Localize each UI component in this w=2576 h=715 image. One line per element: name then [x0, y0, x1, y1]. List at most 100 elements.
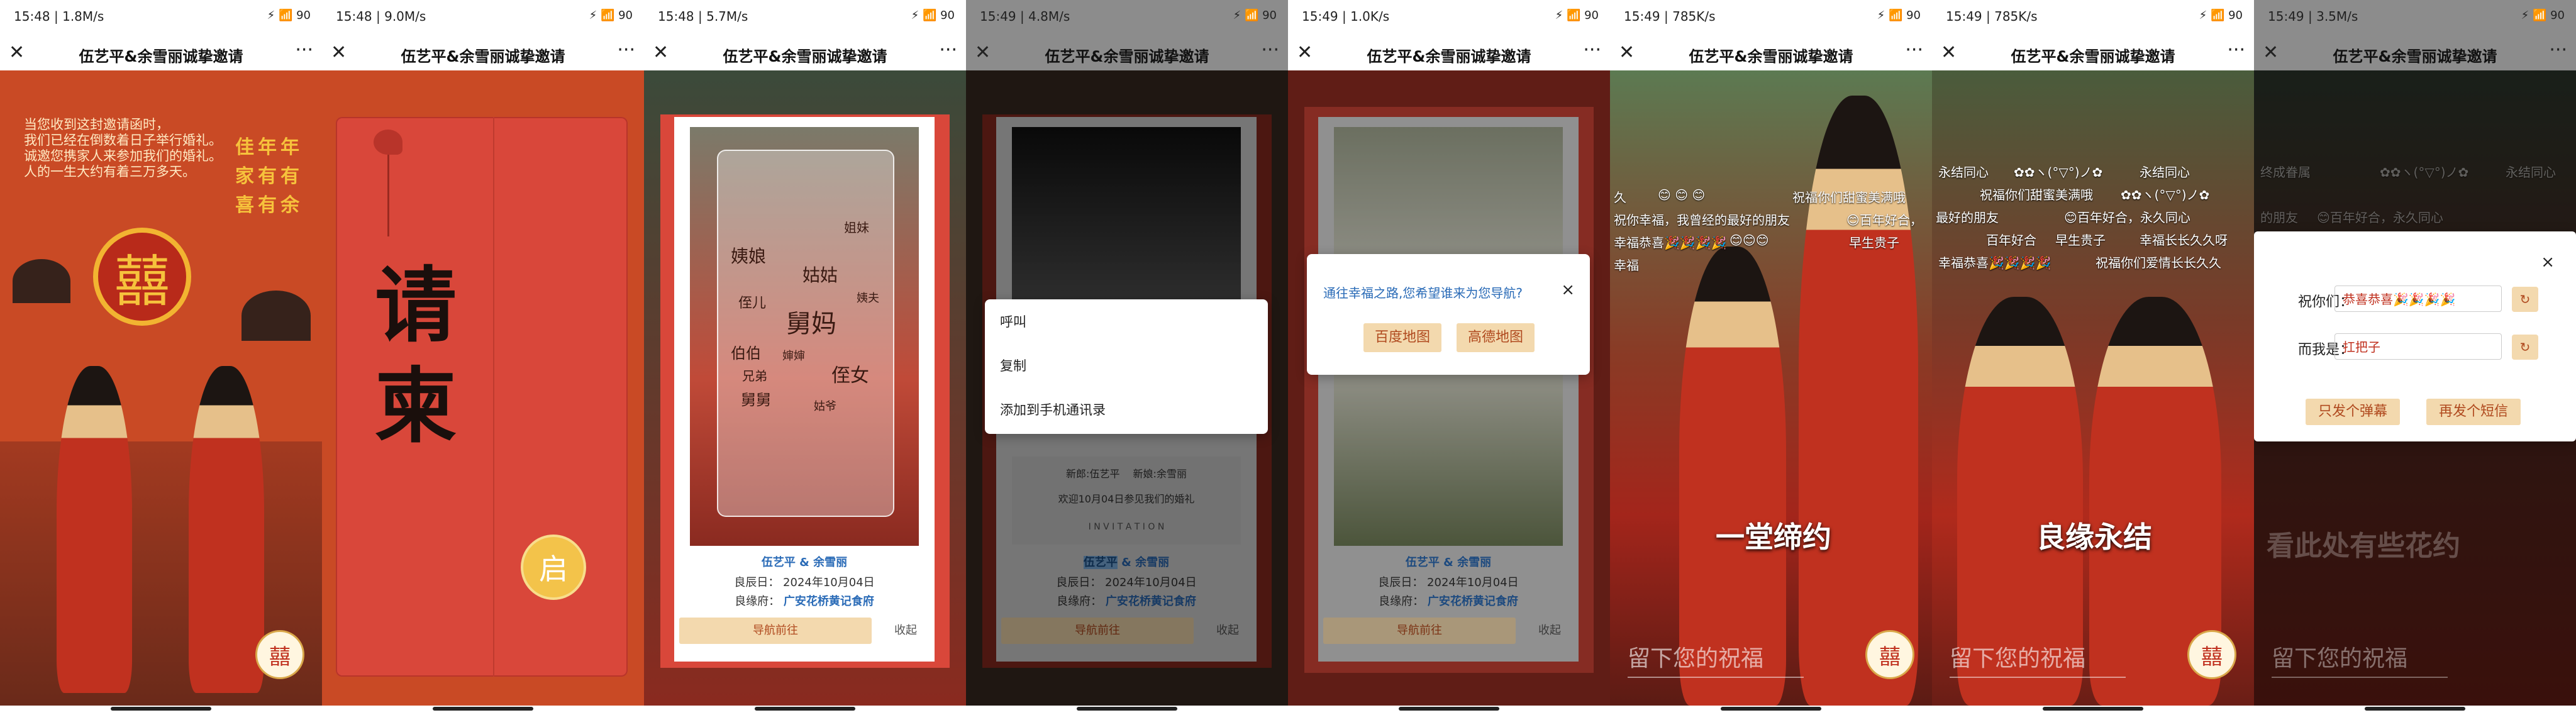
status-bar: 15:48 | 1.8M/s ⚡ 📶 90: [0, 0, 322, 35]
relative-word: 兄弟: [742, 369, 767, 384]
leave-blessing-input[interactable]: 留下您的祝福: [1950, 640, 2126, 678]
couplet-char: 年: [258, 136, 277, 158]
home-indicator[interactable]: [111, 707, 211, 711]
bride-figure: [1679, 247, 1786, 706]
couplet-column: 年 有 有: [258, 133, 277, 220]
tassel-string: [387, 155, 389, 236]
couplet-char: 余: [280, 194, 299, 216]
title-bar: ✕ 伍艺平&余雪丽诚挚邀请 ···: [644, 35, 966, 70]
collapse-button[interactable]: 收起: [882, 618, 930, 644]
refresh-wish-icon[interactable]: ↻: [2512, 287, 2538, 312]
send-sms-button[interactable]: 再发个短信: [2426, 399, 2521, 425]
place-link[interactable]: 广安花桥黄记食府: [784, 595, 874, 608]
home-indicator[interactable]: [1721, 707, 1821, 711]
status-time: 15:49 | 3.5M/s: [2268, 9, 2358, 24]
gaode-map-button[interactable]: 高德地图: [1457, 323, 1535, 352]
status-icons: ⚡ 📶 90: [1233, 9, 1277, 22]
avatar-glyph: 囍: [2201, 644, 2223, 670]
screen-3-card: 15:48 | 5.7M/s ⚡ 📶 90 ✕ 伍艺平&余雪丽诚挚邀请 ··· …: [644, 0, 966, 715]
status-bar: 15:49 | 785K/s ⚡ 📶 90: [1610, 0, 1932, 35]
slogan-text: 看此处有些花约: [2267, 530, 2460, 562]
sender-input[interactable]: 扛把子: [2334, 333, 2502, 360]
menu-item-copy[interactable]: 复制: [1000, 356, 1026, 375]
blessing-content: 终成眷属 ✿✿ヽ(°▽°)ノ✿ 永结同心 的朋友 😊百年好合，永久同心 看此处有…: [2254, 70, 2576, 706]
music-avatar-button[interactable]: 囍: [2187, 630, 2236, 679]
leave-blessing-input[interactable]: 留下您的祝福: [1628, 640, 1804, 678]
dialog-question: 通往幸福之路,您希望谁来为您导航?: [1323, 285, 1523, 301]
relative-word: 婶婶: [782, 350, 805, 363]
couplet-char: 有: [258, 165, 277, 187]
page-title: 伍艺平&余雪丽诚挚邀请: [1367, 48, 1531, 65]
page-title: 伍艺平&余雪丽诚挚邀请: [723, 48, 887, 65]
map-choice-dialog: 通往幸福之路,您希望谁来为您导航? × 百度地图 高德地图: [1307, 254, 1590, 375]
send-danmu-button[interactable]: 只发个弹幕: [2306, 399, 2400, 425]
relative-word: 侄女: [831, 365, 869, 387]
danmu-message: 😊 😊 😊: [1658, 187, 1706, 202]
place-label: 良缘府：: [735, 595, 780, 608]
close-icon[interactable]: ×: [2541, 253, 2555, 272]
more-icon[interactable]: ···: [295, 39, 313, 61]
card-content: 新郎:伍艺平 新娘:余雪丽 欢迎10月04日参见我们的婚礼 I N V I T …: [966, 70, 1288, 706]
music-avatar-button[interactable]: 囍: [1865, 630, 1914, 679]
baidu-map-button[interactable]: 百度地图: [1363, 323, 1441, 352]
danmu-message: 祝福你们甜蜜美满哦: [1792, 190, 1906, 205]
leave-blessing-input[interactable]: 留下您的祝福: [2272, 640, 2448, 678]
menu-item-call[interactable]: 呼叫: [1000, 312, 1026, 331]
couplet-char: 年: [280, 136, 299, 158]
home-indicator[interactable]: [1399, 707, 1499, 711]
couplet-char: 有: [258, 194, 277, 216]
wedding-date: 良辰日： 2024年10月04日: [734, 576, 875, 589]
danmu-message: 最好的朋友: [1936, 210, 1999, 225]
more-icon[interactable]: ···: [1261, 39, 1279, 61]
couplet-char: 喜: [235, 194, 254, 216]
status-bar: 15:48 | 9.0M/s ⚡ 📶 90: [322, 0, 644, 35]
danmu-message: ✿✿ヽ(°▽°)ノ✿: [2014, 165, 2103, 180]
music-avatar-button[interactable]: 囍: [255, 630, 304, 679]
branch-silhouette: [13, 259, 70, 303]
title-bar: ✕ 伍艺平&余雪丽诚挚邀请 ···: [2254, 35, 2576, 70]
card-content: 姨娘 姐妹 姑姑 侄儿 舅妈 姨夫 伯伯 婶婶 兄弟 侄女 舅舅 姑爷 伍艺平 …: [644, 70, 966, 706]
relative-word: 姐妹: [844, 220, 869, 235]
status-time: 15:49 | 1.0K/s: [1302, 9, 1390, 24]
page-title: 伍艺平&余雪丽诚挚邀请: [1689, 48, 1853, 65]
danmu-message: 😊😊😊: [1729, 233, 1769, 248]
avatar-glyph: 囍: [1879, 644, 1901, 670]
more-icon[interactable]: ···: [2227, 39, 2245, 61]
refresh-sender-icon[interactable]: ↻: [2512, 335, 2538, 360]
status-time: 15:48 | 9.0M/s: [336, 9, 426, 24]
envelope-title-char: 请: [375, 257, 457, 353]
envelope-title-char: 柬: [375, 358, 457, 454]
intro-content: 当您收到这封邀请函时， 我们已经在倒数着日子举行婚礼。 诚邀您携家人来参加我们的…: [0, 70, 322, 706]
status-bar: 15:49 | 1.0K/s ⚡ 📶 90: [1288, 0, 1610, 35]
home-indicator[interactable]: [2365, 707, 2465, 711]
menu-item-add-contact[interactable]: 添加到手机通讯录: [1000, 400, 1106, 419]
envelope[interactable]: 请 柬 启: [336, 117, 628, 677]
status-icons: ⚡ 📶 90: [2199, 9, 2243, 22]
title-bar: ✕ 伍艺平&余雪丽诚挚邀请 ···: [1610, 35, 1932, 70]
relative-word: 姑姑: [802, 265, 838, 285]
more-icon[interactable]: ···: [1583, 39, 1601, 61]
home-indicator[interactable]: [1077, 707, 1177, 711]
screen-8-send-blessing: 15:49 | 3.5M/s ⚡ 📶 90 ✕ 伍艺平&余雪丽诚挚邀请 ··· …: [2254, 0, 2576, 715]
more-icon[interactable]: ···: [939, 39, 957, 61]
navigate-button[interactable]: 导航前往: [679, 618, 872, 644]
couplet-column: 年 有 余: [280, 133, 299, 220]
open-seal-button[interactable]: 启: [521, 535, 586, 600]
wish-input[interactable]: 恭喜恭喜🎉🎉🎉🎉: [2334, 285, 2502, 312]
couplet-char: 佳: [235, 136, 254, 158]
intro-text: 当您收到这封邀请函时， 我们已经在倒数着日子举行婚礼。 诚邀您携家人来参加我们的…: [24, 117, 222, 180]
modal-overlay[interactable]: [1288, 70, 1610, 706]
couplet-char: 有: [280, 165, 299, 187]
screen-1-intro: 15:48 | 1.8M/s ⚡ 📶 90 ✕ 伍艺平&余雪丽诚挚邀请 ··· …: [0, 0, 322, 715]
relative-word: 舅舅: [741, 391, 771, 409]
home-indicator[interactable]: [755, 707, 855, 711]
home-indicator[interactable]: [433, 707, 533, 711]
danmu-message: 祝福你们甜蜜美满哦: [1980, 187, 2093, 202]
more-icon[interactable]: ···: [617, 39, 635, 61]
close-icon[interactable]: ×: [1561, 280, 1575, 299]
screen-5-map-choice: 15:49 | 1.0K/s ⚡ 📶 90 ✕ 伍艺平&余雪丽诚挚邀请 ··· …: [1288, 0, 1610, 715]
more-icon[interactable]: ···: [2549, 39, 2567, 61]
more-icon[interactable]: ···: [1905, 39, 1923, 61]
status-time: 15:49 | 4.8M/s: [980, 9, 1070, 24]
home-indicator[interactable]: [2043, 707, 2143, 711]
